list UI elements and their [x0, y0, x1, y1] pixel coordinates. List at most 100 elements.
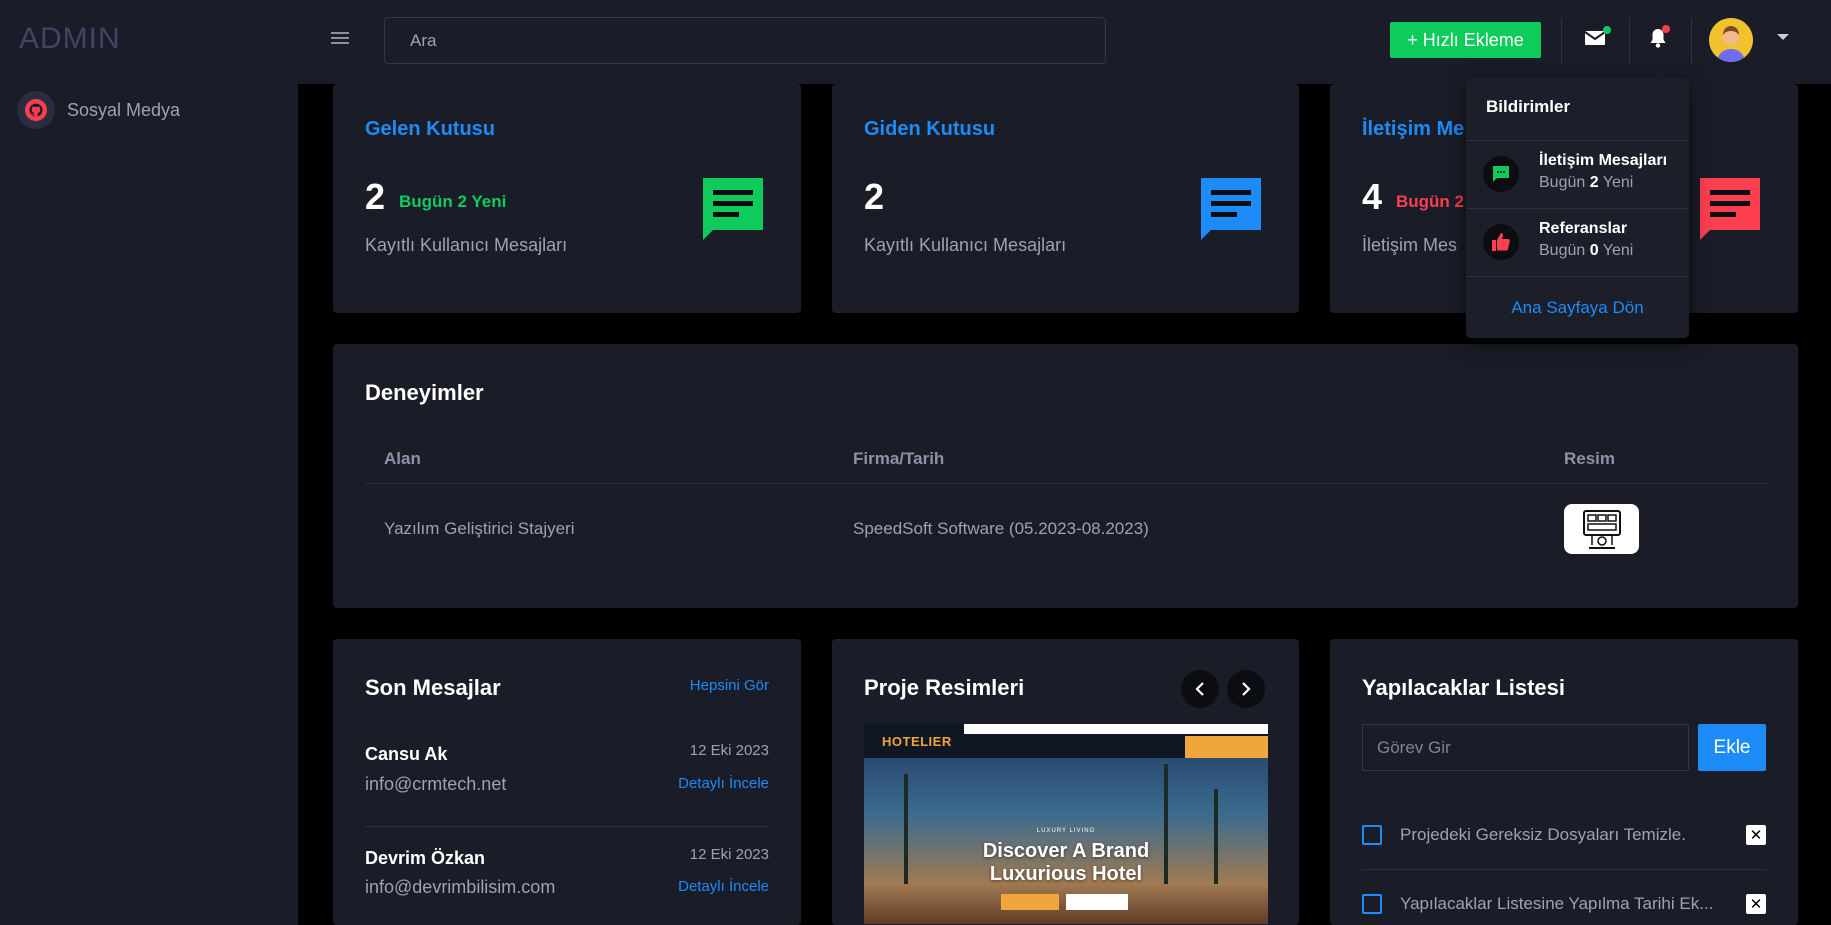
message-sender: Devrim Özkan [365, 848, 486, 868]
table-divider [365, 483, 1767, 484]
slide-button [1001, 894, 1059, 910]
message-date: 12 Eki 2023 [689, 742, 769, 759]
stat-title[interactable]: Gelen Kutusu [365, 118, 495, 141]
notification-item-references[interactable]: Referanslar Bugün 0 Yeni [1466, 208, 1689, 276]
todo-input[interactable] [1362, 724, 1689, 771]
sidebar-item-social-media[interactable]: Sosyal Medya [17, 91, 180, 129]
latest-messages-card: Son Mesajlar Hepsini Gör Cansu Ak 12 Eki… [333, 639, 801, 925]
section-title: Deneyimler [365, 380, 484, 405]
dropdown-divider [1466, 276, 1689, 277]
todo-item: Yapılacaklar Listesine Yapılma Tarihi Ek… [1362, 889, 1766, 919]
topbar: + Hızlı Ekleme [298, 0, 1831, 84]
slide-heading-line: Luxurious Hotel [989, 863, 1143, 885]
stat-count: 2 [864, 176, 885, 217]
hamburger-menu-icon[interactable] [331, 30, 349, 46]
close-icon[interactable]: ✕ [1746, 825, 1766, 845]
bell-icon[interactable] [1644, 24, 1672, 52]
todo-card: Yapılacaklar Listesi Ekle Projedeki Gere… [1330, 639, 1798, 925]
notifications-dropdown: Bildirimler İletişim Mesajları Bugün 2 Y… [1466, 71, 1689, 338]
close-icon[interactable]: ✕ [1746, 894, 1766, 914]
cell-field: Yazılım Geliştirici Stajyeri [384, 519, 575, 538]
bell-badge-dot [1662, 25, 1670, 33]
divider [1691, 18, 1692, 64]
cell-company: SpeedSoft Software (05.2023-08.2023) [853, 519, 1149, 538]
section-title: Yapılacaklar Listesi [1362, 675, 1566, 700]
notification-sub-suffix: Yeni [1602, 174, 1634, 191]
notification-name: İletişim Mesajları [1539, 152, 1668, 169]
divider [1629, 18, 1630, 64]
chevron-left-icon [1195, 682, 1204, 696]
avatar[interactable] [1709, 18, 1753, 62]
divider [1561, 18, 1562, 64]
todo-item: Projedeki Gereksiz Dosyaları Temizle. ✕ [1362, 820, 1766, 850]
message-email: info@crmtech.net [365, 774, 507, 794]
search-input[interactable] [384, 17, 1106, 64]
stat-count: 4 [1362, 176, 1383, 217]
chat-icon [1483, 156, 1519, 192]
stat-title[interactable]: İletişim Me [1362, 118, 1464, 141]
slide-cta [1185, 736, 1268, 758]
section-title: Son Mesajlar [365, 675, 501, 700]
slide-kicker: LUXURY LIVING [1036, 828, 1096, 834]
message-icon [1199, 176, 1263, 240]
chevron-down-icon[interactable] [1777, 34, 1789, 40]
stat-new-label: Bugün 2 [1396, 192, 1464, 211]
notification-sub: Bugün 0 Yeni [1539, 242, 1633, 260]
column-header: Alan [384, 449, 421, 468]
thumbs-up-icon [1483, 224, 1519, 260]
todo-checkbox[interactable] [1362, 894, 1382, 914]
todo-text: Projedeki Gereksiz Dosyaları Temizle. [1400, 825, 1686, 844]
notification-sub-suffix: Yeni [1602, 242, 1634, 259]
list-divider [365, 826, 769, 827]
section-title: Proje Resimleri [864, 675, 1025, 700]
message-icon [1698, 176, 1762, 240]
back-to-home-link[interactable]: Ana Sayfaya Dön [1466, 298, 1689, 318]
slide-infobar [964, 724, 1268, 734]
slide-heading-line: Discover A Brand [982, 840, 1150, 862]
todo-checkbox[interactable] [1362, 825, 1382, 845]
stat-card-outbox: Giden Kutusu 2 Kayıtlı Kullanıcı Mesajla… [832, 84, 1299, 313]
column-header: Firma/Tarih [853, 449, 945, 468]
see-all-link[interactable]: Hepsini Gör [690, 677, 769, 694]
dropdown-title: Bildirimler [1486, 97, 1571, 116]
message-sender: Cansu Ak [365, 744, 448, 764]
mail-badge-dot [1603, 26, 1611, 34]
message-detail-link[interactable]: Detaylı İncele [678, 775, 769, 792]
message-icon [701, 176, 765, 240]
notification-name: Referanslar [1539, 220, 1628, 237]
carousel-next-button[interactable] [1227, 670, 1265, 708]
mail-icon[interactable] [1581, 24, 1611, 52]
notification-sub-prefix: Bugün [1539, 174, 1586, 191]
quick-add-button[interactable]: + Hızlı Ekleme [1390, 22, 1541, 58]
list-divider [1362, 869, 1766, 870]
message-detail-link[interactable]: Detaylı İncele [678, 878, 769, 895]
chevron-right-icon [1242, 682, 1251, 696]
brand-logo[interactable]: ADMIN [19, 22, 121, 56]
slide-heading: Discover A Brand Luxurious Hotel [864, 840, 1268, 886]
todo-text: Yapılacaklar Listesine Yapılma Tarihi Ek… [1400, 894, 1714, 913]
stat-count: 2 [365, 176, 386, 217]
todo-add-button[interactable]: Ekle [1698, 724, 1766, 771]
experience-image [1564, 504, 1639, 554]
stat-new-label: Bugün 2 Yeni [399, 192, 507, 211]
message-email: info@devrimbilisim.com [365, 877, 556, 897]
developer-icon [1582, 510, 1621, 549]
stat-subtitle: İletişim Mes [1362, 235, 1458, 255]
carousel-prev-button[interactable] [1181, 670, 1219, 708]
sidebar: ADMIN Sosyal Medya [0, 0, 298, 925]
carousel-slide-image[interactable]: HOTELIER LUXURY LIVING Discover A Brand … [864, 724, 1268, 924]
notification-item-contact[interactable]: İletişim Mesajları Bugün 2 Yeni [1466, 140, 1689, 208]
notification-count: 2 [1589, 174, 1599, 191]
notification-sub: Bugün 2 Yeni [1539, 174, 1633, 192]
stat-subtitle: Kayıtlı Kullanıcı Mesajları [365, 235, 568, 255]
slide-logo: HOTELIER [864, 724, 964, 758]
stat-subtitle: Kayıtlı Kullanıcı Mesajları [864, 235, 1067, 255]
stat-card-inbox: Gelen Kutusu 2 Bugün 2 Yeni Kayıtlı Kull… [333, 84, 801, 313]
github-icon [17, 91, 55, 129]
column-header: Resim [1564, 449, 1616, 468]
slide-button [1066, 894, 1128, 910]
stat-title[interactable]: Giden Kutusu [864, 118, 995, 141]
notification-sub-prefix: Bugün [1539, 242, 1586, 259]
notification-count: 0 [1589, 242, 1599, 259]
project-images-card: Proje Resimleri HOTELIER LUXURY LIVING D… [832, 639, 1299, 925]
